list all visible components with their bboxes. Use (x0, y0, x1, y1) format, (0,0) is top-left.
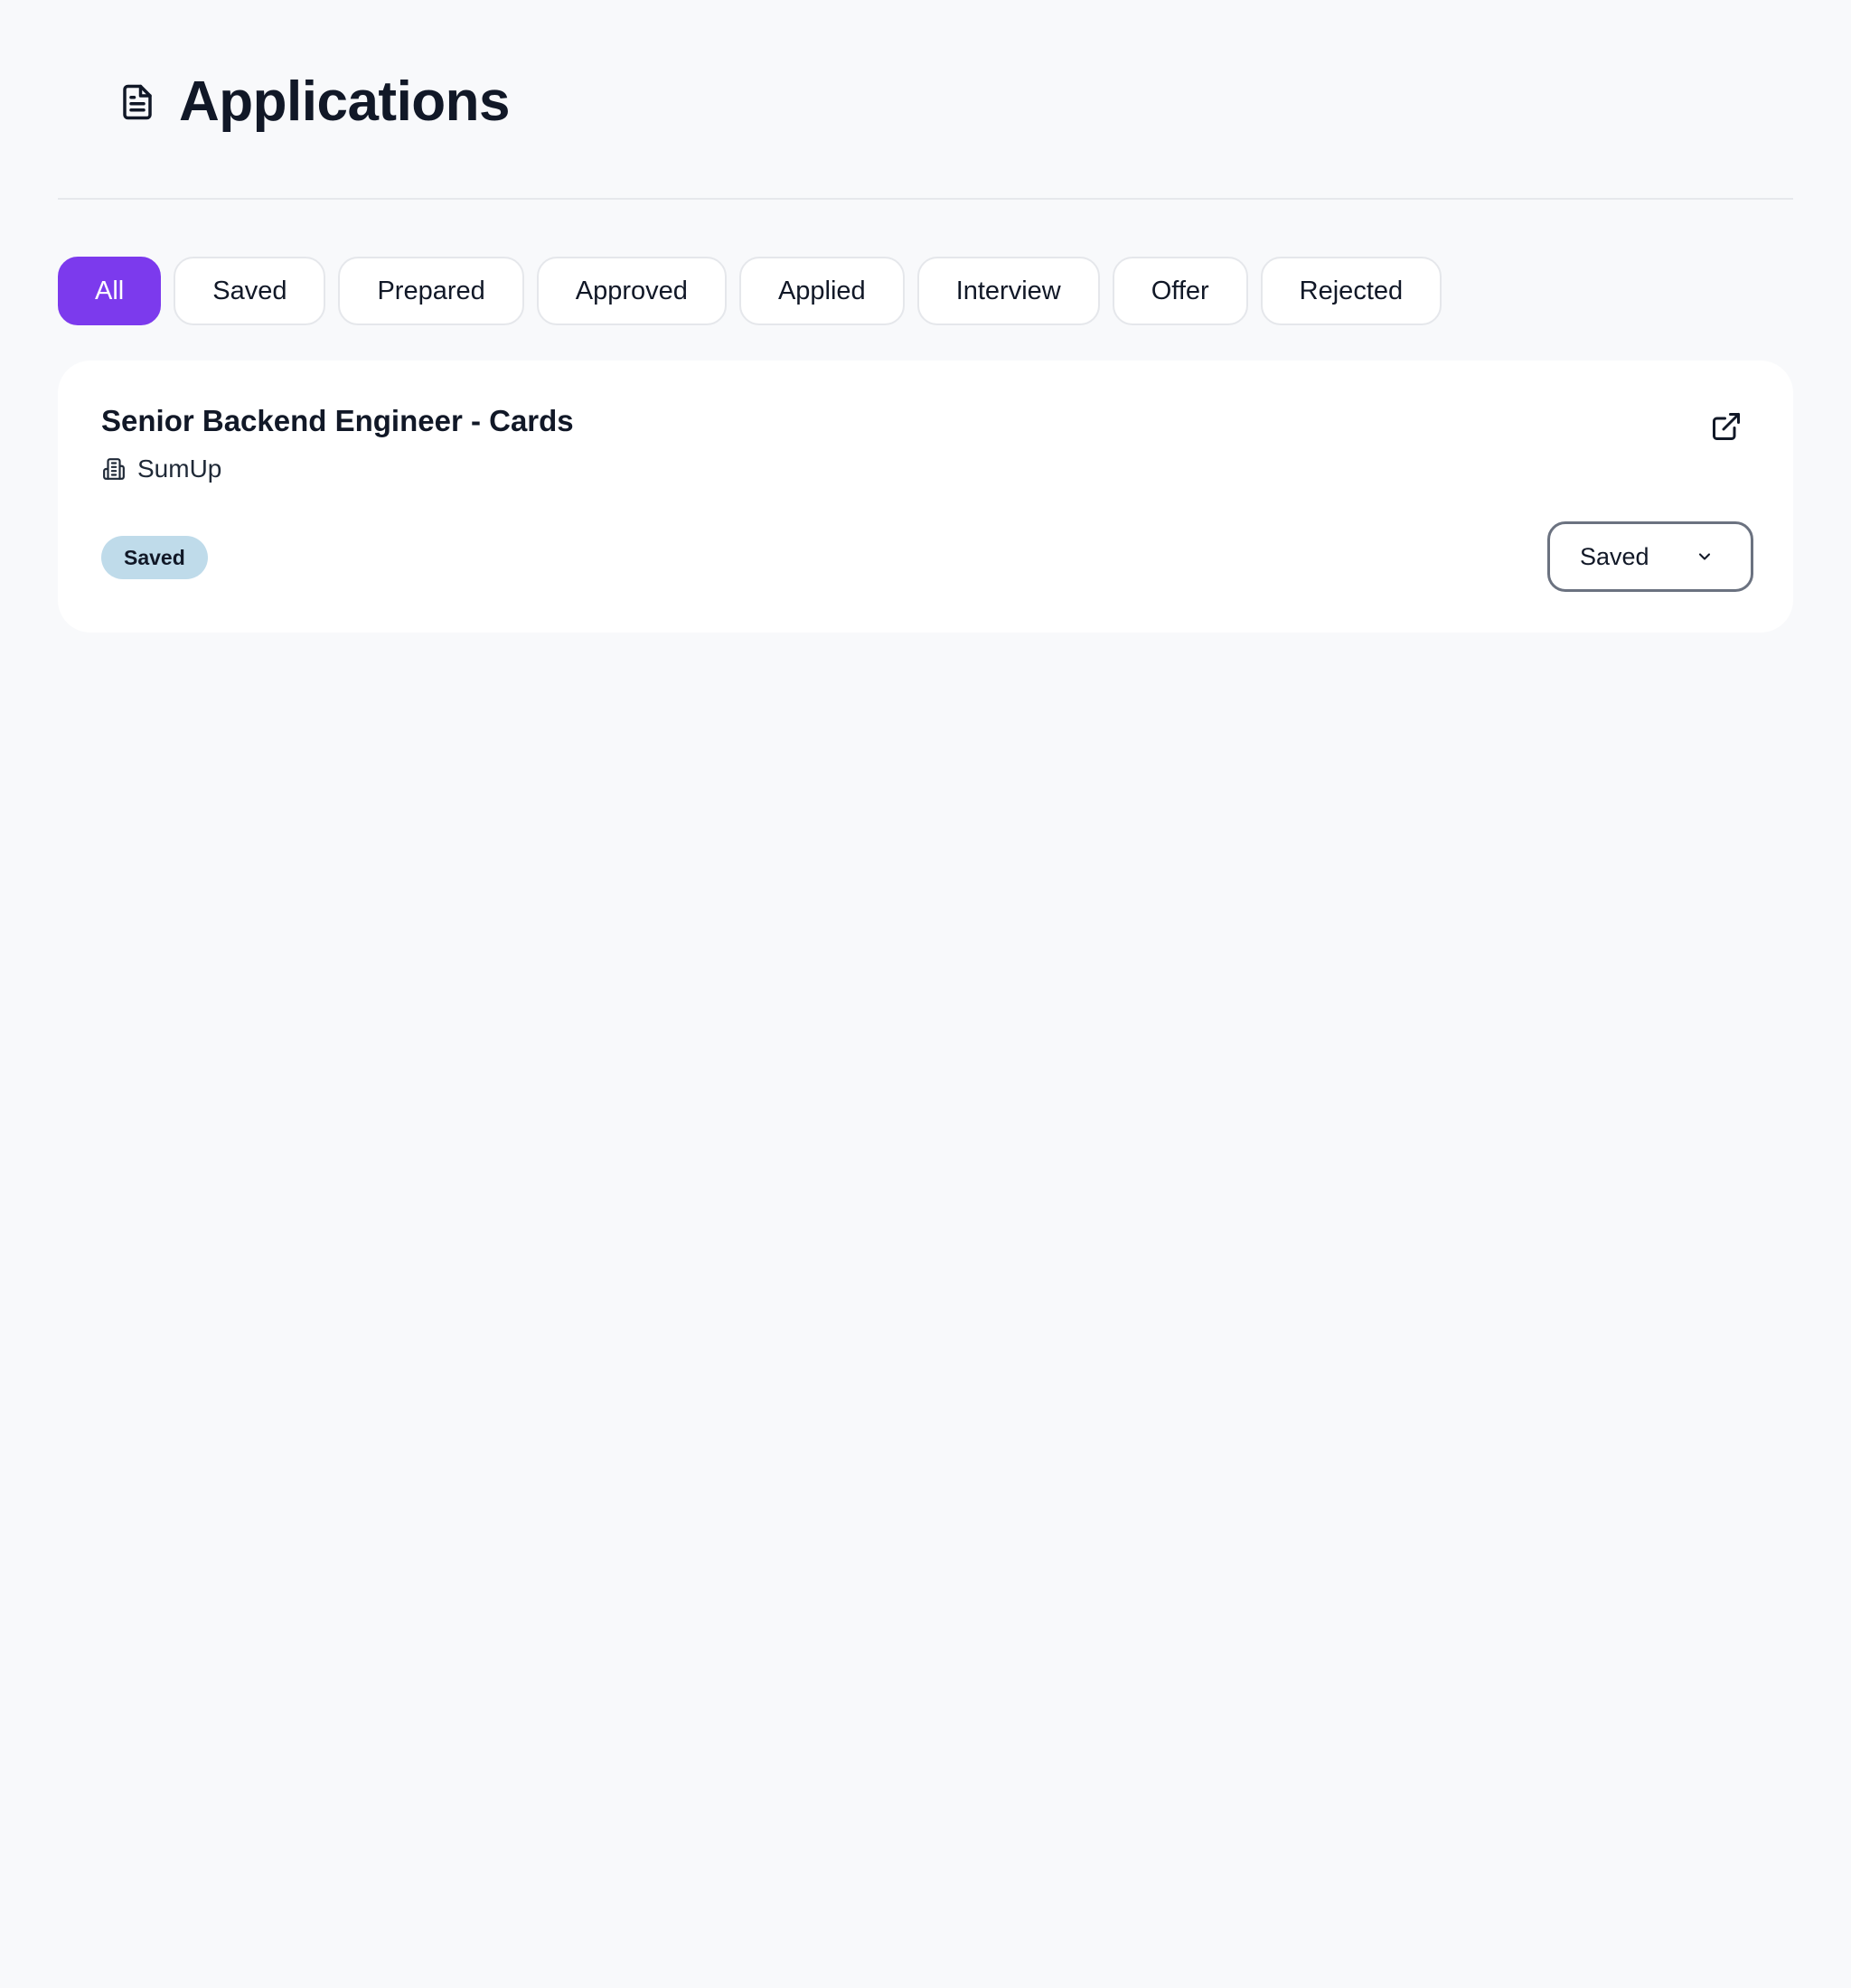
status-filter-tabs: All Saved Prepared Approved Applied Inte… (58, 257, 1793, 325)
building-icon (101, 456, 127, 482)
status-badge: Saved (101, 536, 208, 579)
filter-chip-applied[interactable]: Applied (738, 257, 905, 325)
filter-chip-offer[interactable]: Offer (1112, 257, 1248, 325)
filter-chip-rejected[interactable]: Rejected (1260, 257, 1442, 325)
filter-chip-all[interactable]: All (58, 257, 162, 325)
document-icon (116, 80, 159, 125)
open-external-link-icon[interactable] (1708, 408, 1744, 445)
job-title: Senior Backend Engineer - Cards (101, 404, 574, 437)
applications-page: Applications All Saved Prepared Approved… (0, 0, 1851, 1988)
page-header: Applications (58, 0, 1793, 200)
status-select[interactable]: Saved (1547, 521, 1753, 592)
filter-chip-prepared[interactable]: Prepared (338, 257, 524, 325)
filter-chip-approved[interactable]: Approved (536, 257, 727, 325)
filter-chip-saved[interactable]: Saved (174, 257, 326, 325)
chevron-down-icon (1695, 547, 1715, 567)
company-row: SumUp (101, 455, 1750, 483)
application-card: Senior Backend Engineer - Cards SumUp Sa… (58, 361, 1793, 633)
status-select-value: Saved (1580, 542, 1649, 570)
company-name: SumUp (137, 455, 222, 483)
page-title: Applications (179, 70, 511, 133)
filter-chip-interview[interactable]: Interview (916, 257, 1100, 325)
